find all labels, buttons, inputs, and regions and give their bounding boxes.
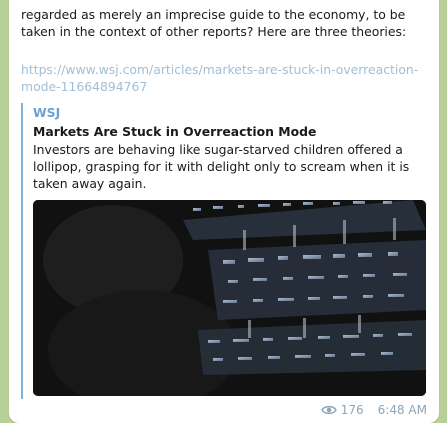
- message-time: 6:48 AM: [377, 403, 427, 417]
- preview-description: Investors are behaving like sugar-starve…: [33, 142, 410, 191]
- preview-title: Markets Are Stuck in Overreaction Mode: [33, 124, 317, 139]
- message-link[interactable]: https://www.wsj.com/articles/markets-are…: [21, 61, 426, 95]
- link-preview[interactable]: WSJ Markets Are Stuck in Overreaction Mo…: [21, 103, 428, 399]
- message-meta: 176 6:48 AM: [320, 403, 427, 417]
- views-count: 176: [340, 403, 364, 417]
- preview-image[interactable]: [33, 200, 426, 396]
- message-text: regarded as merely an imprecise guide to…: [21, 7, 407, 39]
- views-eye-icon: [320, 405, 337, 415]
- preview-site-name: WSJ: [33, 105, 61, 120]
- trading-screens-image: [33, 200, 426, 396]
